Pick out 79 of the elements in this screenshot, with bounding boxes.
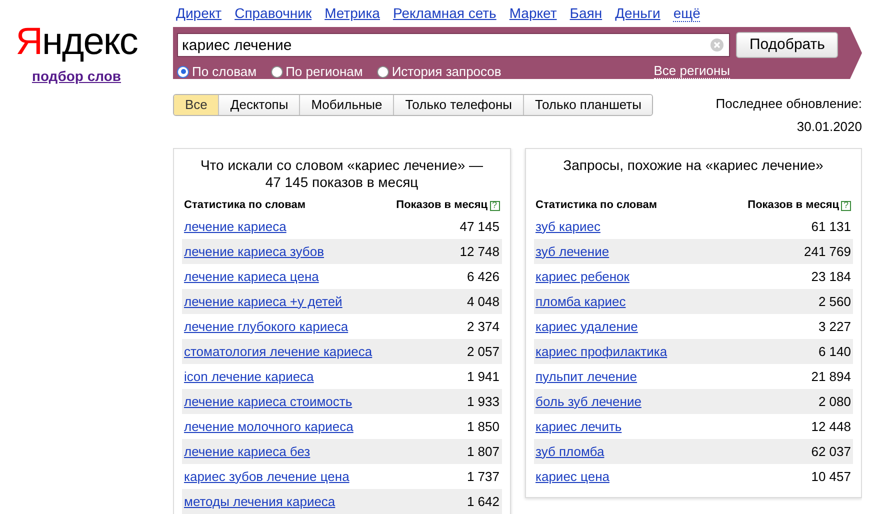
update-date: 30.01.2020 [796, 118, 862, 136]
count-cell-text: 2 374 [466, 318, 500, 336]
column-header: Статистика по словам [536, 198, 658, 214]
count-cell-text: 62 037 [811, 442, 851, 461]
phrase-link[interactable]: пломба кариес [536, 292, 626, 312]
radio-button[interactable] [177, 66, 189, 78]
phrase-link[interactable]: лечение кариеса зубов [184, 242, 324, 262]
count-cell-text: 6 426 [466, 268, 500, 286]
count-cell-text: 21 894 [811, 368, 851, 386]
count-cell-text: 1 850 [466, 418, 500, 436]
nav-link[interactable]: Справочник [234, 3, 312, 24]
phrase-link[interactable]: кариес лечить [536, 416, 622, 436]
radio-label[interactable]: История запросов [392, 62, 502, 82]
count-cell-text: 1 941 [466, 368, 500, 386]
radio-button[interactable] [376, 66, 389, 78]
phrase-link[interactable]: зуб кариес [536, 216, 600, 236]
phrase-link[interactable]: лечение кариеса цена [184, 266, 319, 286]
phrase-link[interactable]: методы лечения кариеса [184, 492, 336, 512]
radio-button[interactable] [270, 66, 283, 78]
panel-title: Запросы, похожие на «кариес лечение» [563, 157, 824, 174]
count-cell-text: 2 560 [818, 292, 851, 311]
count-cell-text: 6 140 [818, 342, 851, 361]
device-tab[interactable]: Мобильные [299, 95, 394, 115]
phrase-link[interactable]: лечение кариеса без [184, 442, 310, 462]
nav-link[interactable]: Метрика [324, 3, 380, 24]
count-cell-text: 2 080 [818, 392, 851, 411]
subtitle-link[interactable]: подбор слов [32, 66, 121, 87]
count-cell-text: 12 448 [811, 418, 851, 436]
radio-label[interactable]: По словам [192, 62, 257, 82]
phrase-link[interactable]: стоматология лечение кариеса [184, 342, 372, 362]
phrase-link[interactable]: кариес ребенок [536, 266, 630, 286]
count-cell-text: 23 184 [811, 268, 851, 286]
panel-title: Что искали со словом «кариес лечение» — 47 145 показов в месяц [199, 157, 484, 191]
phrase-link[interactable]: зуб пломба [536, 442, 604, 462]
phrase-link[interactable]: лечение кариеса стоимость [184, 392, 352, 412]
phrase-link[interactable]: пульпит лечение [536, 366, 638, 386]
search-button[interactable]: Подобрать [736, 32, 838, 58]
column-header: Статистика по словам [184, 198, 306, 214]
device-tab[interactable]: Только планшеты [523, 95, 652, 115]
nav-link[interactable]: Деньги [615, 3, 660, 24]
phrase-link[interactable]: кариес зубов лечение цена [184, 466, 350, 486]
nav-link[interactable]: Директ [176, 3, 222, 24]
count-cell-text: 2 057 [466, 342, 500, 361]
help-icon[interactable]: ? [841, 200, 851, 210]
count-cell-text: 4 048 [466, 292, 500, 311]
column-header: Показов в месяц [396, 198, 488, 214]
count-cell-text: 241 769 [804, 242, 851, 261]
phrase-link[interactable]: боль зуб лечение [536, 392, 642, 412]
nav-link[interactable]: Баян [570, 3, 602, 24]
phrase-link[interactable]: кариес профилактика [536, 342, 668, 362]
device-tab[interactable]: Десктопы [218, 95, 300, 115]
nav-link[interactable]: Рекламная сеть [392, 3, 496, 24]
phrase-link[interactable]: лечение кариеса [184, 216, 286, 236]
phrase-link[interactable]: зуб лечение [536, 242, 610, 262]
search-field[interactable]: кариес лечение [177, 33, 730, 57]
phrase-link[interactable]: кариес цена [536, 466, 610, 486]
count-cell-text: 47 145 [460, 218, 500, 236]
count-cell-text: 1 807 [466, 442, 500, 461]
phrase-link[interactable]: лечение молочного кариеса [184, 416, 354, 436]
phrase-link[interactable]: icon лечение кариеса [184, 366, 314, 386]
phrase-link[interactable]: кариес удаление [536, 316, 638, 336]
phrase-link[interactable]: лечение кариеса +у детей [184, 292, 342, 312]
count-cell-text: 1 933 [466, 392, 500, 411]
update-label: Последнее обновление: [716, 95, 862, 113]
radio-label[interactable]: По регионам [286, 62, 363, 82]
device-tab[interactable]: Все [174, 95, 218, 115]
nav-link[interactable]: Маркет [509, 3, 557, 24]
phrase-link[interactable]: лечение глубокого кариеса [184, 316, 348, 336]
count-cell-text: 1 642 [466, 492, 500, 511]
help-icon[interactable]: ? [490, 200, 500, 210]
regions-link[interactable]: Все регионы [654, 64, 730, 80]
count-cell-text: 1 737 [466, 468, 500, 486]
count-cell-text: 61 131 [811, 218, 851, 236]
logo: Яндекс [16, 20, 138, 64]
column-header: Показов в месяц [748, 198, 839, 214]
count-cell-text: 12 748 [460, 242, 500, 261]
count-cell-text: 10 457 [811, 468, 851, 486]
count-cell-text: 3 227 [818, 318, 851, 336]
device-tab[interactable]: Только телефоны [393, 95, 524, 115]
